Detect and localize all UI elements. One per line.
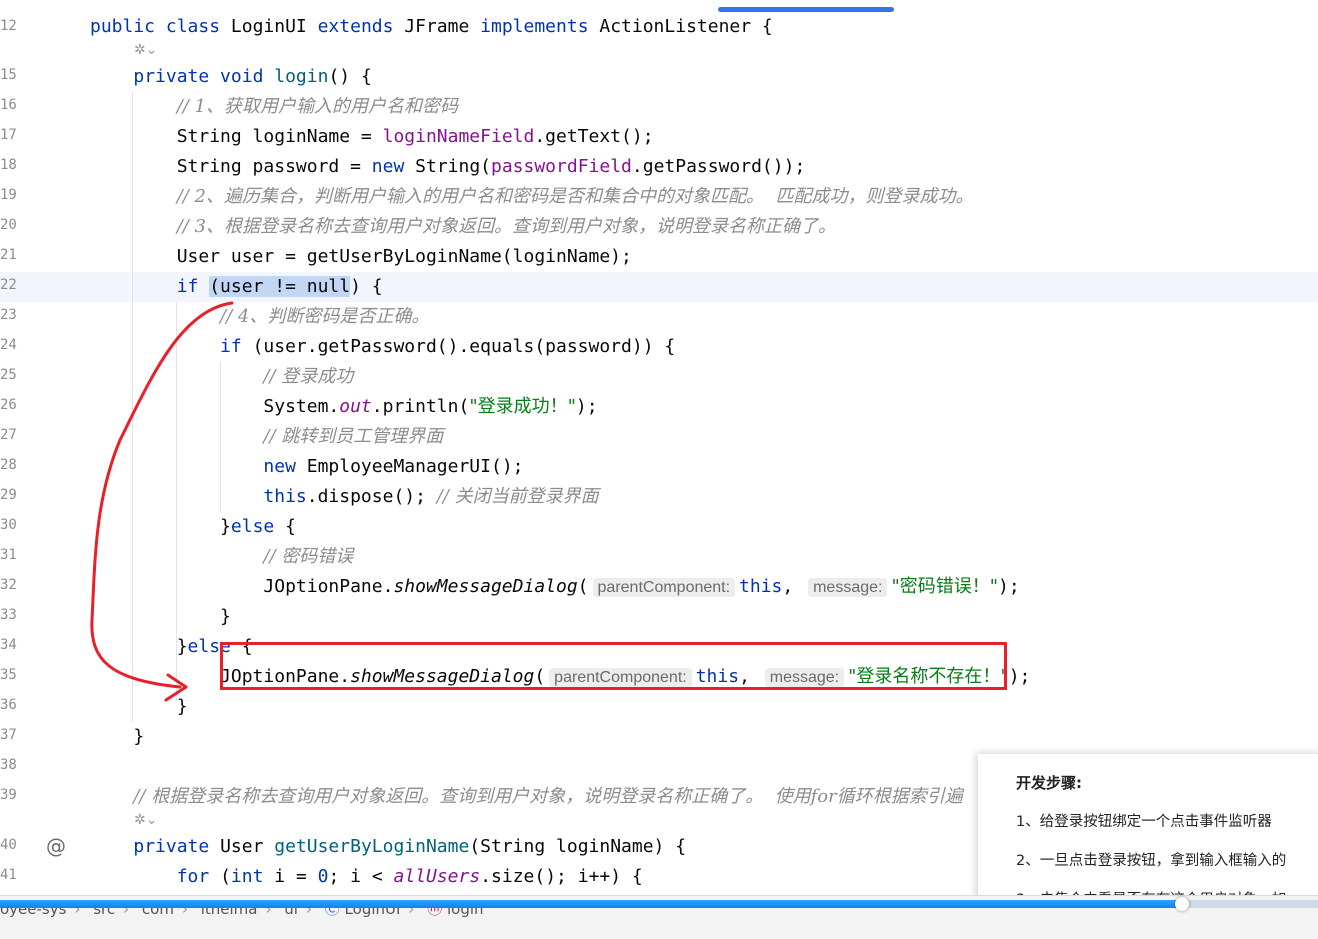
progress-fill: [0, 900, 1182, 908]
video-progress-bar[interactable]: [0, 897, 1318, 911]
progress-thumb[interactable]: [1175, 897, 1189, 911]
tips-step: 1、给登录按钮绑定一个点击事件监听器: [1016, 814, 1272, 830]
tips-step: 2、一旦点击登录按钮，拿到输入框输入的: [1016, 853, 1287, 869]
tips-title: 开发步骤:: [1016, 774, 1082, 792]
